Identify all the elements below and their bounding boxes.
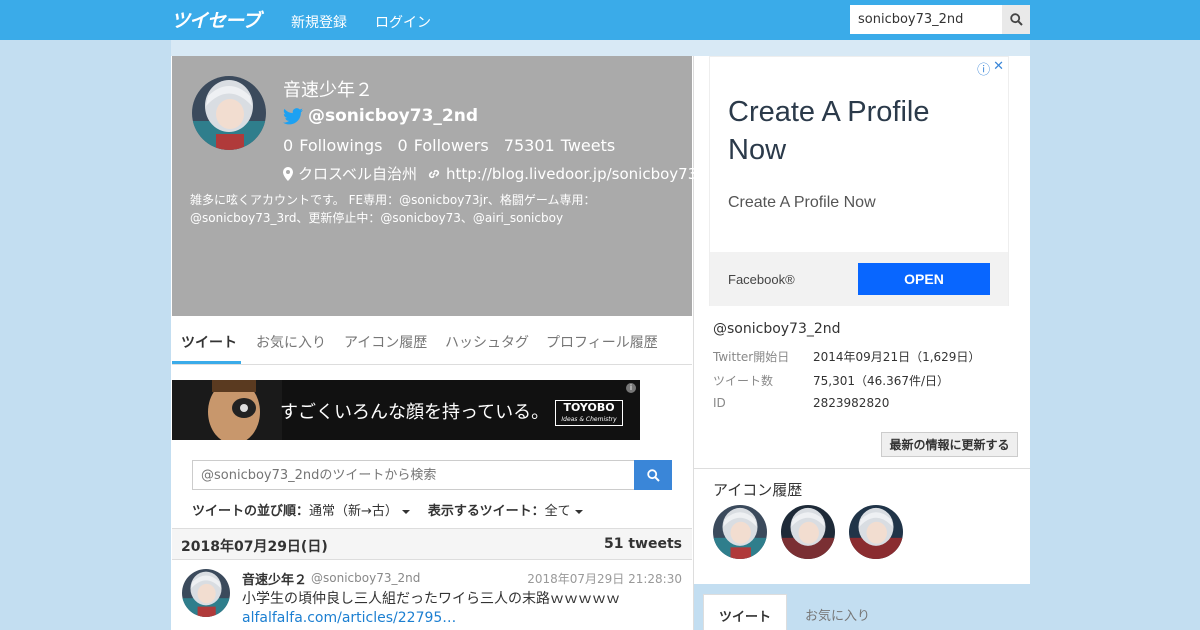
- followings-count: 0: [283, 136, 294, 155]
- side-handle: @sonicboy73_2nd: [713, 321, 841, 337]
- tweet-search: [192, 460, 672, 490]
- tweet-link[interactable]: alfalfalfa.com/articles/22795…: [242, 610, 456, 626]
- tab-hashtags[interactable]: ハッシュタグ: [445, 332, 529, 352]
- followings-label: Followings: [299, 136, 383, 155]
- icon-history-title: アイコン履歴: [713, 481, 803, 499]
- tweet-filter-label: 表示するツイート：: [427, 504, 545, 519]
- ad-info-icon[interactable]: ⓘ: [977, 59, 990, 78]
- info-key: ツイート数: [713, 374, 774, 388]
- toyobo-brand: TOYOBO: [563, 401, 615, 414]
- profile-location: クロスベル自治州: [298, 165, 417, 183]
- tweet-filter-value: 全て: [544, 504, 571, 519]
- tab-tweets[interactable]: ツイート: [181, 332, 237, 352]
- info-key: Twitter開始日: [713, 350, 790, 364]
- tab-icon-history[interactable]: アイコン履歴: [344, 332, 427, 352]
- side-tabs: ツイート お気に入り: [694, 594, 1030, 630]
- divider: [694, 468, 1030, 469]
- info-key: ID: [713, 396, 726, 410]
- tweet-body: 小学生の頃仲良し三人組だったワイら三人の末路ｗｗｗｗｗ: [242, 591, 620, 607]
- refresh-info-button[interactable]: 最新の情報に更新する: [881, 432, 1018, 457]
- tweet-author-name[interactable]: 音速少年２: [242, 569, 307, 588]
- profile-tabs: ツイート お気に入り アイコン履歴 ハッシュタグ プロフィール履歴: [172, 316, 692, 365]
- profile-card: 音速少年２ @sonicboy73_2nd 0 Followings 0 Follo…: [172, 56, 697, 316]
- top-navigation-bar: ツイセーブ 新規登録 ログイン: [0, 0, 1200, 40]
- chevron-down-icon: [401, 509, 410, 514]
- map-pin-icon: [283, 166, 293, 181]
- tweet-author-handle[interactable]: @sonicboy73_2nd: [311, 571, 420, 585]
- chevron-down-icon: [574, 509, 583, 514]
- search-icon: [1009, 13, 1023, 26]
- profile-location-row: クロスベル自治州: [283, 163, 417, 184]
- profile-handle: @sonicboy73_2nd: [308, 106, 478, 126]
- fb-ad-headline: Create A Profile Now: [728, 96, 930, 166]
- side-tab-tweets[interactable]: ツイート: [703, 594, 788, 630]
- toyobo-ad-banner[interactable]: すごくいろんな顔を持っている。 TOYOBO Ideas & Chemistry…: [172, 380, 640, 440]
- sort-order-value: 通常（新→古）: [309, 504, 398, 519]
- tweet-search-input[interactable]: [192, 460, 635, 490]
- fb-ad-subtext: Create A Profile Now: [728, 194, 876, 211]
- ad-face-image: [172, 380, 282, 440]
- side-tab-favorites[interactable]: お気に入り: [790, 594, 885, 630]
- icon-history-avatar[interactable]: [713, 505, 767, 559]
- toyobo-brand-sub: Ideas & Chemistry: [561, 416, 617, 423]
- followers-count: 0: [397, 136, 408, 155]
- fb-ad-brand: Facebook®: [728, 272, 795, 287]
- header-search-input[interactable]: [850, 5, 1002, 34]
- tweet-timestamp[interactable]: 2018年07月29日 21:28:30: [527, 570, 682, 587]
- active-tab-indicator: [172, 361, 241, 364]
- facebook-ad[interactable]: ⓘ ✕ Create A Profile Now Create A Profile…: [709, 56, 1009, 306]
- header-search-button[interactable]: [1002, 5, 1030, 34]
- tweet-search-button[interactable]: [634, 460, 672, 490]
- profile-meta: クロスベル自治州 http://blog.livedoor.jp/sonicbo…: [283, 163, 697, 184]
- tab-profile-history[interactable]: プロフィール履歴: [546, 332, 658, 352]
- side-column: ⓘ ✕ Create A Profile Now Create A Profile…: [694, 56, 1030, 630]
- ad-banner-text: すごくいろんな顔を持っている。: [280, 402, 550, 423]
- header-search: [850, 5, 1030, 34]
- profile-url[interactable]: http://blog.livedoor.jp/sonicboy73: [446, 165, 697, 183]
- ad-choices[interactable]: ⓘ ✕: [977, 59, 1004, 78]
- signup-link[interactable]: 新規登録: [291, 12, 347, 32]
- ad-info-icon[interactable]: i: [626, 383, 636, 393]
- icon-history-avatar[interactable]: [849, 505, 903, 559]
- sort-controls: ツイートの並び順：通常（新→古） 表示するツイート：全て: [192, 500, 583, 519]
- tweets-count: 75301: [503, 136, 555, 155]
- link-icon: [428, 169, 440, 178]
- twitter-bird-icon: [283, 107, 303, 124]
- info-value: 2823982820: [813, 396, 890, 410]
- tweet-avatar[interactable]: [182, 569, 230, 617]
- profile-bio: 雑多に呟くアカウントです。 FE専用：@sonicboy73jr、格闘ゲーム専用…: [190, 193, 596, 225]
- date-group-header: 2018年07月29日(日) 51 tweets: [172, 528, 692, 560]
- icon-history-avatar[interactable]: [781, 505, 835, 559]
- login-link[interactable]: ログイン: [375, 12, 431, 32]
- profile-avatar[interactable]: [192, 76, 266, 150]
- search-icon: [646, 468, 660, 482]
- tweet-filter-dropdown[interactable]: 表示するツイート：全て: [428, 500, 583, 519]
- tweet-text: 小学生の頃仲良し三人組だったワイら三人の末路ｗｗｗｗｗ alfalfalfa.c…: [242, 590, 682, 628]
- profile-url-row: http://blog.livedoor.jp/sonicboy73: [427, 165, 697, 183]
- site-logo[interactable]: ツイセーブ: [171, 6, 261, 33]
- info-value: 2014年09月21日（1,629日）: [813, 350, 981, 364]
- tab-favorites[interactable]: お気に入り: [256, 332, 326, 352]
- close-icon[interactable]: ✕: [993, 59, 1004, 78]
- sort-order-dropdown[interactable]: ツイートの並び順：通常（新→古）: [192, 500, 410, 519]
- toyobo-logo: TOYOBO Ideas & Chemistry: [555, 400, 623, 426]
- sub-header-strip: [171, 40, 1030, 56]
- date-group-count: 51 tweets: [604, 536, 682, 552]
- profile-name: 音速少年２: [283, 80, 373, 101]
- tweet-item: 音速少年２ @sonicboy73_2nd 2018年07月29日 21:28:…: [172, 559, 692, 630]
- main-column: 音速少年２ @sonicboy73_2nd 0 Followings 0 Follo…: [171, 56, 697, 630]
- fb-ad-footer: Facebook® OPEN: [710, 252, 1008, 306]
- profile-stats: 0 Followings 0 Followers 75301 Tweets: [283, 136, 621, 155]
- date-group-date[interactable]: 2018年07月29日(日): [181, 536, 328, 556]
- sort-order-label: ツイートの並び順：: [192, 504, 310, 519]
- fb-ad-open-button[interactable]: OPEN: [858, 263, 990, 295]
- followers-label: Followers: [413, 136, 489, 155]
- tweets-label: Tweets: [560, 136, 616, 155]
- profile-handle-row: @sonicboy73_2nd: [283, 106, 478, 126]
- info-value: 75,301（46.367件/日）: [813, 374, 950, 388]
